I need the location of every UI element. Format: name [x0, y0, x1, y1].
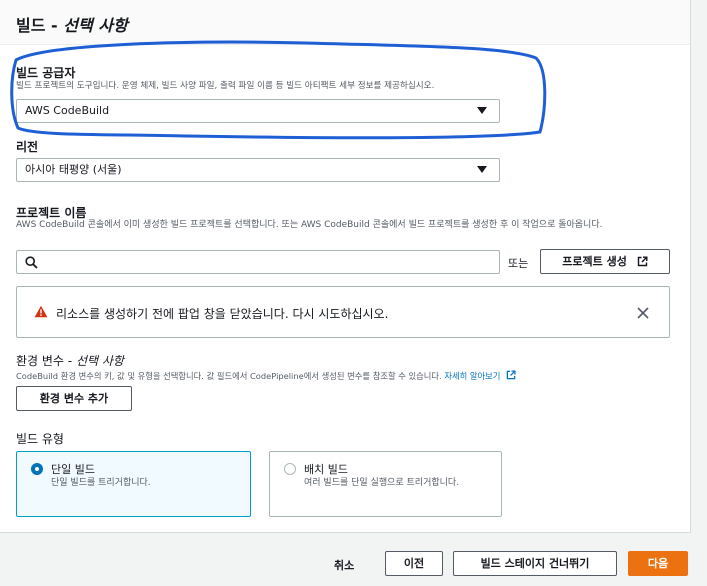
- provider-select[interactable]: AWS CodeBuild: [16, 99, 500, 123]
- region-select[interactable]: 아시아 태평양 (서울): [16, 158, 500, 182]
- project-search-input[interactable]: [16, 250, 500, 274]
- alert-message: 리소스를 생성하기 전에 팝업 창을 닫았습니다. 다시 시도하십시오.: [56, 307, 389, 321]
- external-link-icon: [506, 370, 516, 380]
- env-label-optional: 선택 사항: [75, 354, 124, 368]
- skip-build-stage-button[interactable]: 빌드 스테이지 건너뛰기: [453, 551, 617, 576]
- warning-icon: [34, 305, 48, 318]
- batch-build-title: 배치 빌드: [304, 463, 348, 476]
- title-separator: -: [45, 16, 64, 35]
- title-optional: 선택 사항: [63, 16, 128, 35]
- radio-selected-icon: [31, 463, 43, 475]
- radio-single-build[interactable]: 단일 빌드 단일 빌드를 트리거합니다.: [16, 451, 251, 517]
- provider-label: 빌드 공급자: [16, 66, 76, 80]
- radio-unselected-icon: [284, 463, 296, 475]
- env-description: CodeBuild 환경 변수의 키, 값 및 유형을 선택합니다. 값 필드에…: [16, 370, 516, 382]
- cancel-button[interactable]: 취소: [334, 557, 354, 573]
- batch-build-desc: 여러 빌드를 단일 실행으로 트리거합니다.: [304, 478, 460, 488]
- add-env-variable-button[interactable]: 환경 변수 추가: [16, 386, 132, 411]
- single-build-desc: 단일 빌드를 트리거합니다.: [51, 478, 151, 488]
- build-type-label: 빌드 유형: [16, 432, 64, 446]
- region-label: 리전: [16, 140, 39, 154]
- create-project-button[interactable]: 프로젝트 생성: [540, 249, 670, 274]
- next-button[interactable]: 다음: [628, 551, 688, 576]
- env-label-separator: -: [63, 354, 76, 368]
- caret-down-icon: [477, 166, 487, 173]
- search-icon: [25, 256, 38, 269]
- radio-batch-build[interactable]: 배치 빌드 여러 빌드를 단일 실행으로 트리거합니다.: [269, 451, 502, 517]
- caret-down-icon: [477, 107, 487, 114]
- or-text: 또는: [508, 257, 529, 270]
- provider-selected-value: AWS CodeBuild: [25, 104, 110, 117]
- env-label-main: 환경 변수: [16, 354, 64, 368]
- create-project-label: 프로젝트 생성: [562, 255, 627, 268]
- close-icon[interactable]: [637, 307, 649, 319]
- error-alert: 리소스를 생성하기 전에 팝업 창을 닫았습니다. 다시 시도하십시오.: [16, 286, 670, 338]
- page-title: 빌드 - 선택 사항: [16, 12, 128, 36]
- region-selected-value: 아시아 태평양 (서울): [25, 163, 122, 176]
- panel-header: 빌드 - 선택 사항: [0, 0, 690, 45]
- env-description-text: CodeBuild 환경 변수의 키, 값 및 유형을 선택합니다. 값 필드에…: [16, 371, 442, 381]
- build-stage-panel: 빌드 - 선택 사항 빌드 공급자 빌드 프로젝트의 도구입니다. 운영 체제,…: [0, 0, 691, 533]
- previous-button[interactable]: 이전: [385, 551, 443, 576]
- single-build-title: 단일 빌드: [51, 463, 95, 476]
- learn-more-link[interactable]: 자세히 알아보기: [444, 371, 500, 381]
- provider-description: 빌드 프로젝트의 도구입니다. 운영 체제, 빌드 사양 파일, 출력 파일 이…: [16, 81, 435, 91]
- title-main: 빌드: [16, 16, 46, 35]
- external-link-icon: [637, 256, 648, 267]
- project-description: AWS CodeBuild 콘솔에서 이미 생성한 빌드 프로젝트를 선택합니다…: [16, 220, 603, 230]
- env-label: 환경 변수 - 선택 사항: [16, 352, 124, 369]
